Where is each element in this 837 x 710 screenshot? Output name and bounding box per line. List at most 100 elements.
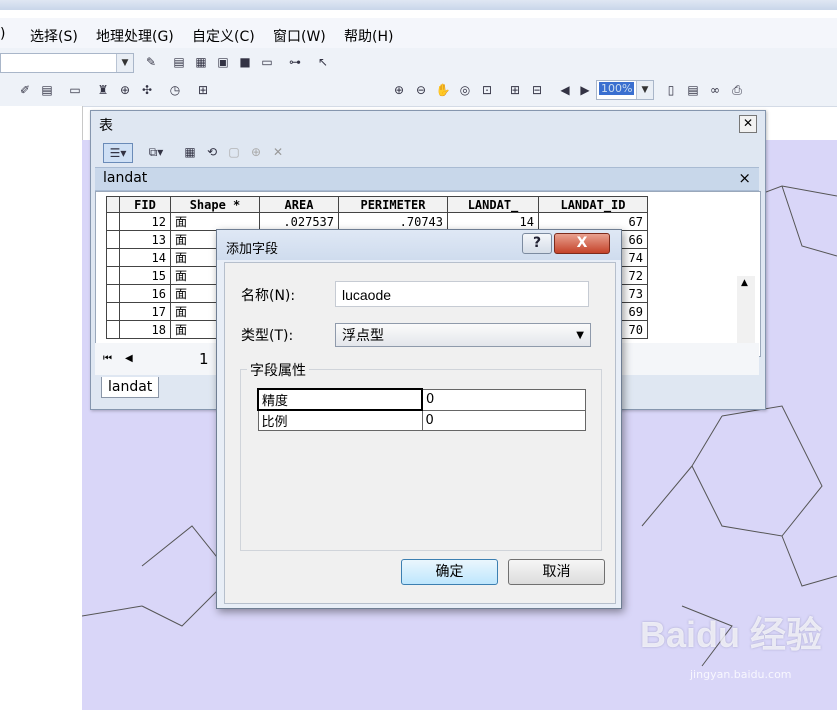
table-cell: 67 [538, 212, 648, 231]
first-record-icon[interactable]: ⏮ [103, 353, 112, 364]
delete-icon[interactable]: ✕ [269, 143, 287, 161]
property-value[interactable]: 0 [421, 388, 586, 411]
column-header[interactable]: LANDAT_ID [538, 196, 648, 213]
property-value[interactable]: 0 [421, 409, 586, 431]
close-icon[interactable]: × [738, 169, 751, 187]
identify-icon[interactable]: ▤ [38, 81, 56, 99]
python-window-icon[interactable]: ▭ [258, 53, 276, 71]
row-selector[interactable] [106, 320, 120, 339]
scroll-up-icon[interactable]: ▲ [741, 278, 748, 288]
tab-landat[interactable]: landat [101, 377, 160, 398]
fixed-zoom-in-icon[interactable]: ⊞ [506, 81, 524, 99]
time-slider-icon[interactable]: ◷ [166, 81, 184, 99]
zoom-in-icon[interactable]: ⊕ [390, 81, 408, 99]
menu-help[interactable]: 帮助(H) [344, 26, 393, 46]
back-extent-icon[interactable]: ◀ [556, 81, 574, 99]
menu-geoprocessing[interactable]: 地理处理(G) [96, 26, 174, 46]
tools-toolbar: ✐ ▤ ▭ ♜ ⊕ ✣ ◷ ⊞ ⊕ ⊖ ✋ ◎ ⊡ ⊞ ⊟ ◀ ▶ 100% ▼… [0, 76, 837, 107]
model-builder-icon[interactable]: ⊶ [286, 53, 304, 71]
table-cell: 17 [119, 302, 171, 321]
standard-toolbar: ▼ ✎ ▤ ▦ ▣ ■ ▭ ⊶ ↖ [0, 48, 837, 76]
related-tables-icon[interactable]: ⧉▾ [143, 143, 169, 161]
ok-button[interactable]: 确定 [401, 559, 498, 585]
property-name: 精度 [257, 388, 423, 411]
menu-customize[interactable]: 自定义(C) [192, 26, 255, 46]
name-label: 名称(N): [241, 288, 296, 304]
row-selector[interactable] [106, 248, 120, 267]
table-header-row: FID Shape * AREA PERIMETER LANDAT_ LANDA… [106, 196, 648, 213]
row-selector[interactable] [106, 230, 120, 249]
previous-record-icon[interactable]: ◀ [125, 353, 133, 364]
table-cell: 14 [447, 212, 539, 231]
full-extent-icon[interactable]: ◎ [456, 81, 474, 99]
table-cell: 面 [170, 212, 260, 231]
column-header[interactable]: Shape * [170, 196, 260, 213]
switch-selection-icon[interactable]: ⟲ [203, 143, 221, 161]
zoom-to-layer-icon[interactable]: ⊡ [478, 81, 496, 99]
select-by-attributes-icon[interactable]: ▦ [181, 143, 199, 161]
route-icon[interactable]: ⊕ [116, 81, 134, 99]
close-icon[interactable]: ✕ [739, 115, 757, 133]
layer-name: landat [103, 170, 148, 186]
goto-xy-icon[interactable]: ✣ [138, 81, 156, 99]
zoom-to-selected-icon[interactable]: ⊕ [247, 143, 265, 161]
table-cell: .70743 [338, 212, 448, 231]
row-selector[interactable] [106, 212, 120, 231]
baidu-watermark: Baidu 经验 [640, 614, 823, 655]
menu-fragment: ) [0, 26, 6, 42]
menu-windows[interactable]: 窗口(W) [273, 26, 326, 46]
magnifier-icon[interactable]: ⊞ [194, 81, 212, 99]
search-window-icon[interactable]: ▣ [214, 53, 232, 71]
chevron-down-icon[interactable]: ▼ [636, 81, 653, 99]
property-row[interactable]: 精度 0 [257, 388, 586, 411]
table-row[interactable]: 12 面 .027537 .70743 14 67 [106, 212, 648, 231]
measure-icon[interactable]: ▭ [66, 81, 84, 99]
scale-combo[interactable]: ▼ [0, 53, 134, 73]
help-button[interactable]: ? [522, 233, 552, 254]
table-cell: 16 [119, 284, 171, 303]
arctoolbox-icon[interactable]: ■ [236, 53, 254, 71]
whats-this-icon[interactable]: ↖ [314, 53, 332, 71]
chevron-down-icon[interactable]: ▼ [116, 54, 133, 72]
dialog-title: 添加字段 [226, 242, 279, 257]
property-row[interactable]: 比例 0 [257, 409, 586, 431]
layout-zoom-icon[interactable]: ▯ [662, 81, 680, 99]
row-selector[interactable] [106, 302, 120, 321]
fixed-zoom-out-icon[interactable]: ⊟ [528, 81, 546, 99]
pan-icon[interactable]: ✋ [434, 81, 452, 99]
dialog-body: 名称(N): lucaode 类型(T): 浮点型 ▼ 字段属性 精度 0 比例… [224, 262, 616, 604]
table-icon[interactable]: ▤ [170, 53, 188, 71]
menu-bar: ) 选择(S) 地理处理(G) 自定义(C) 窗口(W) 帮助(H) [0, 18, 837, 52]
field-type-select[interactable]: 浮点型 ▼ [335, 323, 591, 347]
property-name: 比例 [257, 409, 423, 431]
find-icon[interactable]: ♜ [94, 81, 112, 99]
column-header[interactable]: FID [119, 196, 171, 213]
cancel-button[interactable]: 取消 [508, 559, 605, 585]
type-label: 类型(T): [241, 328, 294, 344]
row-selector[interactable] [106, 284, 120, 303]
zoom-value: 100% [599, 82, 635, 95]
catalog-icon[interactable]: ▦ [192, 53, 210, 71]
pencil-icon[interactable]: ✐ [16, 81, 34, 99]
window-top-border [0, 0, 837, 10]
editor-icon[interactable]: ✎ [142, 53, 160, 71]
print-icon[interactable]: ⎙ [728, 81, 746, 99]
column-header[interactable]: PERIMETER [338, 196, 448, 213]
binoculars-icon[interactable]: ∞ [706, 81, 724, 99]
field-properties-table: 精度 0 比例 0 [257, 388, 586, 431]
table-options-icon[interactable]: ☰▾ [103, 143, 133, 163]
page-icon[interactable]: ▤ [684, 81, 702, 99]
column-header[interactable]: AREA [259, 196, 339, 213]
menu-selection[interactable]: 选择(S) [30, 26, 78, 46]
add-field-dialog: 添加字段 ? X 名称(N): lucaode 类型(T): 浮点型 ▼ 字段属… [216, 229, 622, 609]
column-header[interactable]: LANDAT_ [447, 196, 539, 213]
field-name-input[interactable]: lucaode [335, 281, 589, 307]
current-record-number[interactable]: 1 [199, 350, 209, 368]
zoom-combo[interactable]: 100% ▼ [596, 80, 654, 100]
clear-selection-icon[interactable]: ▢ [225, 143, 243, 161]
row-selector[interactable] [106, 266, 120, 285]
forward-extent-icon[interactable]: ▶ [576, 81, 594, 99]
zoom-out-icon[interactable]: ⊖ [412, 81, 430, 99]
chevron-down-icon[interactable]: ▼ [576, 324, 584, 348]
close-button[interactable]: X [554, 233, 610, 254]
